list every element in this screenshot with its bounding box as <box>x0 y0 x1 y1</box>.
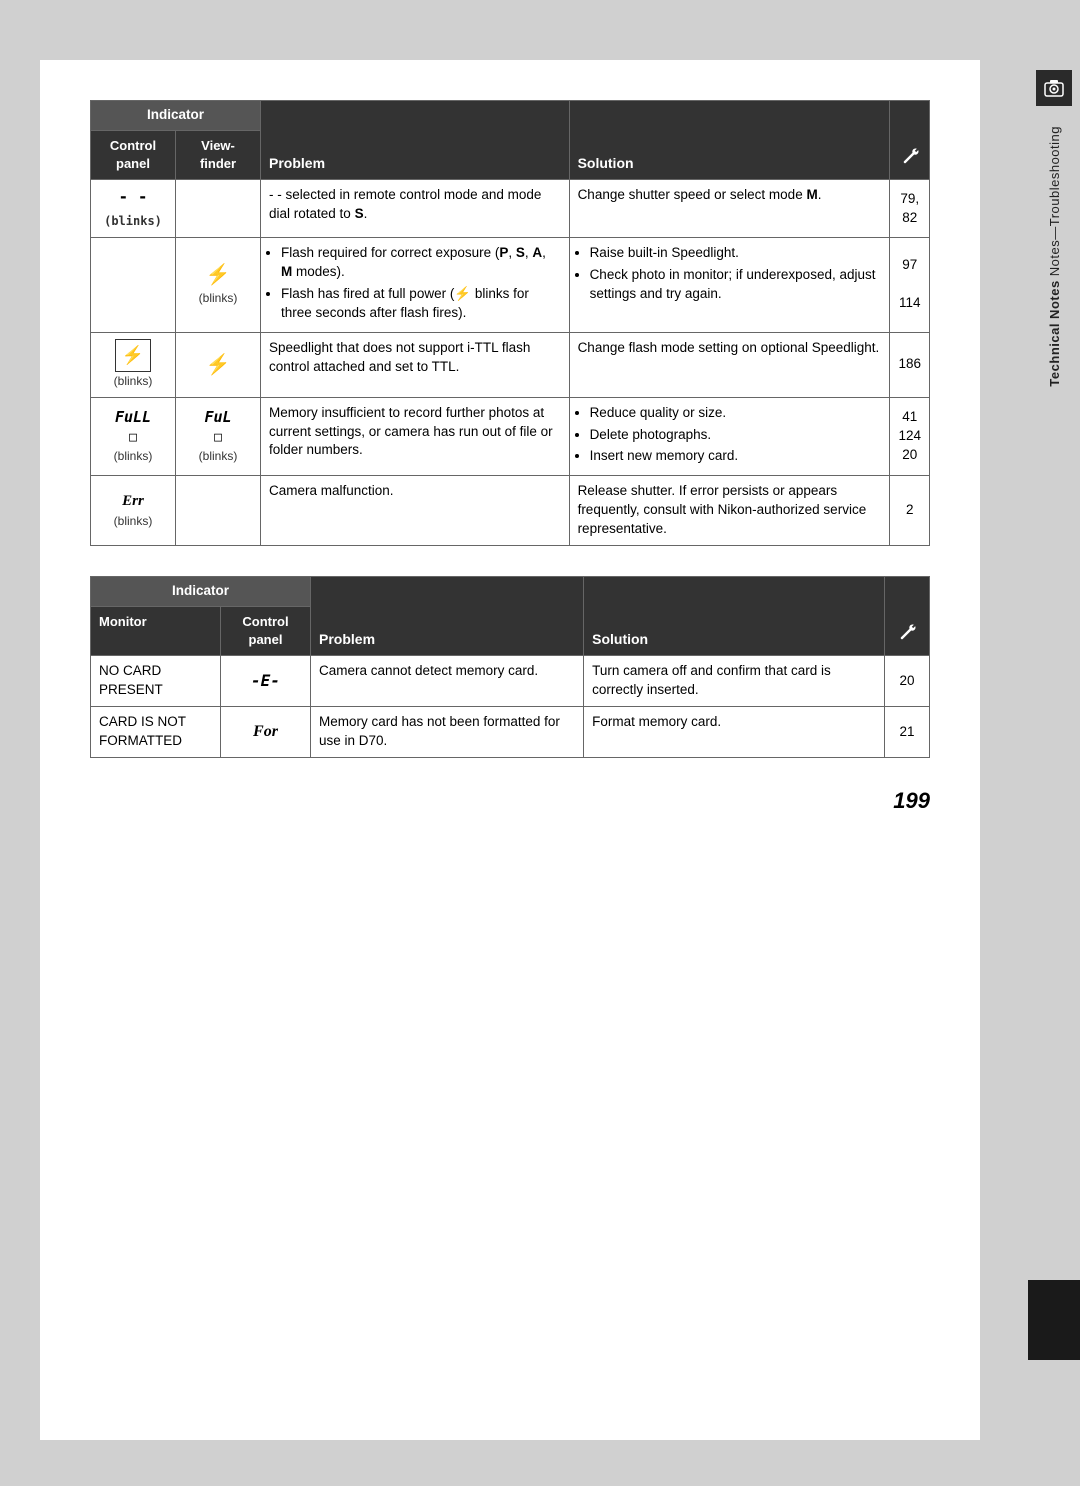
row4-solution: Reduce quality or size. Delete photograp… <box>569 397 890 476</box>
row1-solution: Change shutter speed or select mode M. <box>569 180 890 238</box>
row4-viewfinder: FuL □ (blinks) <box>176 397 261 476</box>
table-row: FuLL □ (blinks) FuL □ (blinks) Memory in… <box>91 397 930 476</box>
row3-problem: Speedlight that does not support i-TTL f… <box>261 332 570 397</box>
table2-indicator-row: Indicator Problem Solution <box>91 577 930 607</box>
row2-problem: Flash required for correct exposure (P, … <box>261 238 570 333</box>
row-cardformat-control: For <box>221 707 311 758</box>
row-cardformat-solution: Format memory card. <box>584 707 885 758</box>
table1-problem-header: Problem <box>261 101 570 180</box>
table-1: Indicator Problem Solution Controlpanel … <box>90 100 930 546</box>
row1-control: - -(blinks) <box>91 180 176 238</box>
table-row: Err (blinks) Camera malfunction. Release… <box>91 476 930 546</box>
row-nocard-ref: 20 <box>885 656 930 707</box>
row3-solution: Change flash mode setting on optional Sp… <box>569 332 890 397</box>
row3-control: ⚡ (blinks) <box>91 332 176 397</box>
row5-problem: Camera malfunction. <box>261 476 570 546</box>
row1-ref: 79,82 <box>890 180 930 238</box>
side-tab: Technical Notes Notes—Troubleshooting <box>1028 60 1080 1440</box>
row4-ref: 4112420 <box>890 397 930 476</box>
row-nocard-problem: Camera cannot detect memory card. <box>311 656 584 707</box>
row2-solution: Raise built-in Speedlight. Check photo i… <box>569 238 890 333</box>
row1-problem: - - selected in remote control mode and … <box>261 180 570 238</box>
row-cardformat-ref: 21 <box>885 707 930 758</box>
row1-viewfinder <box>176 180 261 238</box>
table2-control-panel-header: Controlpanel <box>221 606 311 655</box>
table1-control-panel-header: Controlpanel <box>91 130 176 179</box>
row-nocard-solution: Turn camera off and confirm that card is… <box>584 656 885 707</box>
camera-icon <box>1036 70 1072 106</box>
table-row: NO CARDPRESENT -E- Camera cannot detect … <box>91 656 930 707</box>
table-row: CARD IS NOTFORMATTED For Memory card has… <box>91 707 930 758</box>
side-tab-label: Technical Notes Notes—Troubleshooting <box>1047 126 1062 387</box>
table1-indicator-row: Indicator Problem Solution <box>91 101 930 131</box>
row4-problem: Memory insufficient to record further ph… <box>261 397 570 476</box>
table-row: ⚡ (blinks) ⚡ Speedlight that does not su… <box>91 332 930 397</box>
page-number: 199 <box>90 788 930 814</box>
page-content: Indicator Problem Solution Controlpanel … <box>40 60 980 1440</box>
table1-indicator-header: Indicator <box>91 101 261 131</box>
table1-solution-header: Solution <box>569 101 890 180</box>
side-black-decoration <box>1028 1280 1080 1360</box>
row-nocard-monitor: NO CARDPRESENT <box>91 656 221 707</box>
table-2: Indicator Problem Solution Monitor Contr… <box>90 576 930 758</box>
row4-control: FuLL □ (blinks) <box>91 397 176 476</box>
row2-ref: 97114 <box>890 238 930 333</box>
table-row: ⚡(blinks) Flash required for correct exp… <box>91 238 930 333</box>
table1-viewfinder-header: View-finder <box>176 130 261 179</box>
table2-ref-header <box>885 577 930 656</box>
row2-control <box>91 238 176 333</box>
row-nocard-control: -E- <box>221 656 311 707</box>
row5-control: Err (blinks) <box>91 476 176 546</box>
row-cardformat-monitor: CARD IS NOTFORMATTED <box>91 707 221 758</box>
table2-solution-header: Solution <box>584 577 885 656</box>
row-cardformat-problem: Memory card has not been formatted for u… <box>311 707 584 758</box>
row3-ref: 186 <box>890 332 930 397</box>
table1-ref-header <box>890 101 930 180</box>
table2-problem-header: Problem <box>311 577 584 656</box>
row2-viewfinder: ⚡(blinks) <box>176 238 261 333</box>
row5-viewfinder <box>176 476 261 546</box>
table-row: - -(blinks) - - selected in remote contr… <box>91 180 930 238</box>
table2-monitor-header: Monitor <box>91 606 221 655</box>
table2-indicator-header: Indicator <box>91 577 311 607</box>
row3-viewfinder: ⚡ <box>176 332 261 397</box>
row5-solution: Release shutter. If error persists or ap… <box>569 476 890 546</box>
row5-ref: 2 <box>890 476 930 546</box>
